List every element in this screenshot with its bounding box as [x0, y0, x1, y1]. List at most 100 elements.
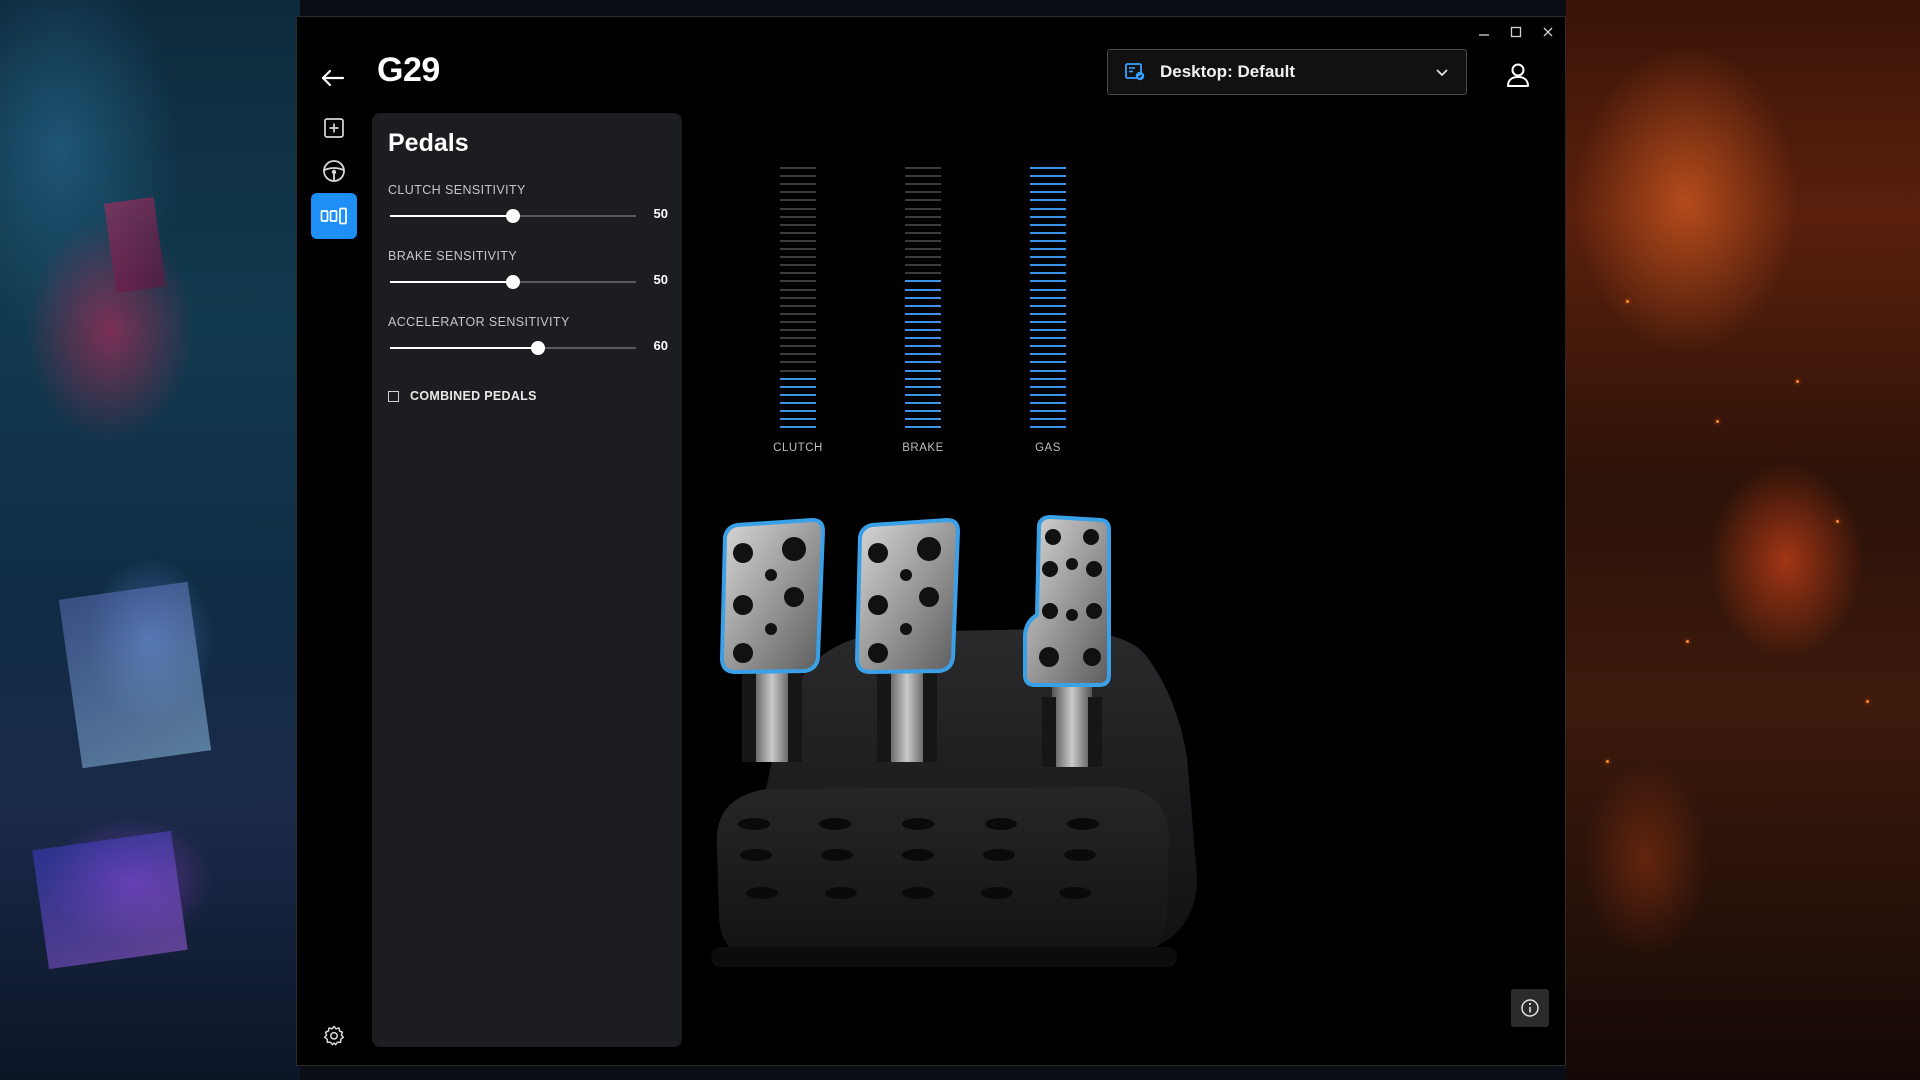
meter-tick: [1030, 167, 1066, 169]
checkbox-box[interactable]: [388, 390, 399, 402]
meter-tick: [905, 329, 941, 331]
user-account-icon[interactable]: [1505, 61, 1531, 89]
slider-thumb[interactable]: [506, 209, 520, 223]
brake-pedal: [854, 517, 961, 675]
meter-tick: [905, 223, 941, 226]
meter-tick: [905, 401, 941, 404]
meter-tick: [780, 369, 816, 372]
meter-tick: [1030, 337, 1066, 340]
wallpaper-poster: [58, 581, 212, 769]
meter-tick: [780, 385, 816, 388]
meter-tick: [780, 296, 816, 299]
meter-tick: [1030, 393, 1066, 396]
slider-label: ACCELERATOR SENSITIVITY: [388, 315, 570, 329]
pedals-icon[interactable]: [311, 193, 357, 239]
wallpaper-ember: [1686, 640, 1689, 643]
meter-tick: [905, 418, 941, 421]
accelerator-sensitivity-slider: ACCELERATOR SENSITIVITY 60: [388, 315, 668, 365]
gas-level-meter: [1030, 167, 1066, 435]
slider-track[interactable]: [390, 275, 636, 289]
meter-tick: [1030, 312, 1066, 315]
slider-thumb[interactable]: [506, 275, 520, 289]
info-button[interactable]: [1511, 989, 1549, 1027]
add-icon[interactable]: [311, 105, 357, 151]
meter-tick: [780, 410, 816, 412]
meter-tick: [905, 369, 941, 372]
wallpaper-ember: [1606, 760, 1609, 763]
slider-thumb[interactable]: [530, 341, 545, 355]
meter-tick: [780, 329, 816, 331]
slider-value: 60: [653, 338, 668, 353]
close-icon[interactable]: [1537, 23, 1559, 43]
wallpaper-ember: [1626, 300, 1629, 303]
slider-fill: [390, 215, 513, 217]
chevron-down-icon: [1432, 62, 1452, 82]
meter-tick: [780, 320, 816, 323]
meter-tick: [905, 231, 941, 234]
slider-fill: [390, 281, 513, 283]
window-controls: [1473, 23, 1559, 43]
pedals-settings-panel: Pedals CLUTCH SENSITIVITY 50 BRAKE SENSI…: [372, 113, 682, 1047]
minimize-icon[interactable]: [1473, 23, 1495, 43]
slider-value: 50: [653, 206, 668, 221]
meter-tick: [905, 207, 941, 210]
meter-tick: [1030, 256, 1066, 259]
meter-tick: [780, 361, 816, 364]
panel-title: Pedals: [388, 129, 469, 157]
meter-tick: [1030, 175, 1066, 178]
base-edge: [711, 947, 1177, 967]
meter-tick: [1030, 353, 1066, 356]
meter-tick: [780, 167, 816, 169]
gear-icon[interactable]: [311, 1013, 357, 1059]
meter-tick: [905, 385, 941, 388]
meter-tick: [780, 418, 816, 421]
meter-tick: [1030, 401, 1066, 404]
meter-tick: [1030, 288, 1066, 291]
wallpaper-ember: [1796, 380, 1799, 383]
meter-tick: [1030, 280, 1066, 283]
meter-tick: [905, 345, 941, 348]
meter-tick: [905, 320, 941, 323]
back-arrow-icon[interactable]: [317, 63, 347, 93]
wallpaper-ember: [1866, 700, 1869, 703]
meter-tick: [1030, 231, 1066, 234]
clutch-sensitivity-slider: CLUTCH SENSITIVITY 50: [388, 183, 668, 233]
wallpaper-ember: [1836, 520, 1839, 523]
meter-tick: [1030, 369, 1066, 372]
combined-pedals-checkbox[interactable]: COMBINED PEDALS: [388, 389, 537, 403]
meter-tick: [780, 215, 816, 218]
device-title: G29: [377, 51, 440, 89]
meter-tick: [905, 215, 941, 218]
meter-tick: [780, 377, 816, 380]
meter-tick: [1030, 272, 1066, 275]
brake-level-meter: [905, 167, 941, 435]
slider-label: CLUTCH SENSITIVITY: [388, 183, 526, 197]
wallpaper-ember: [1716, 420, 1719, 423]
checkbox-label: COMBINED PEDALS: [410, 389, 537, 403]
profile-label: Desktop: Default: [1160, 62, 1296, 81]
app-window: G29 Desktop: Default Pedals CLUTCH SENSI…: [296, 16, 1566, 1066]
meter-tick: [780, 207, 816, 210]
steering-wheel-icon[interactable]: [311, 148, 357, 194]
heel-rest-grips: [738, 818, 1099, 899]
meter-tick: [1030, 183, 1066, 186]
meter-tick: [780, 183, 816, 186]
meter-tick: [905, 167, 941, 169]
profile-dropdown[interactable]: Desktop: Default: [1107, 49, 1467, 95]
slider-track[interactable]: [390, 341, 636, 355]
meter-tick: [905, 312, 941, 315]
slider-track[interactable]: [390, 209, 636, 223]
meter-tick: [905, 410, 941, 412]
meter-tick: [780, 304, 816, 307]
meter-tick: [1030, 199, 1066, 202]
meter-tick: [780, 256, 816, 259]
meter-tick: [905, 272, 941, 275]
meter-tick: [1030, 410, 1066, 412]
pedal-base: [743, 629, 1197, 959]
maximize-icon[interactable]: [1505, 23, 1527, 43]
meter-tick: [1030, 223, 1066, 226]
meter-tick: [1030, 239, 1066, 242]
meter-tick: [905, 426, 941, 429]
meter-tick: [905, 288, 941, 291]
gas-pedal: [1023, 514, 1111, 687]
